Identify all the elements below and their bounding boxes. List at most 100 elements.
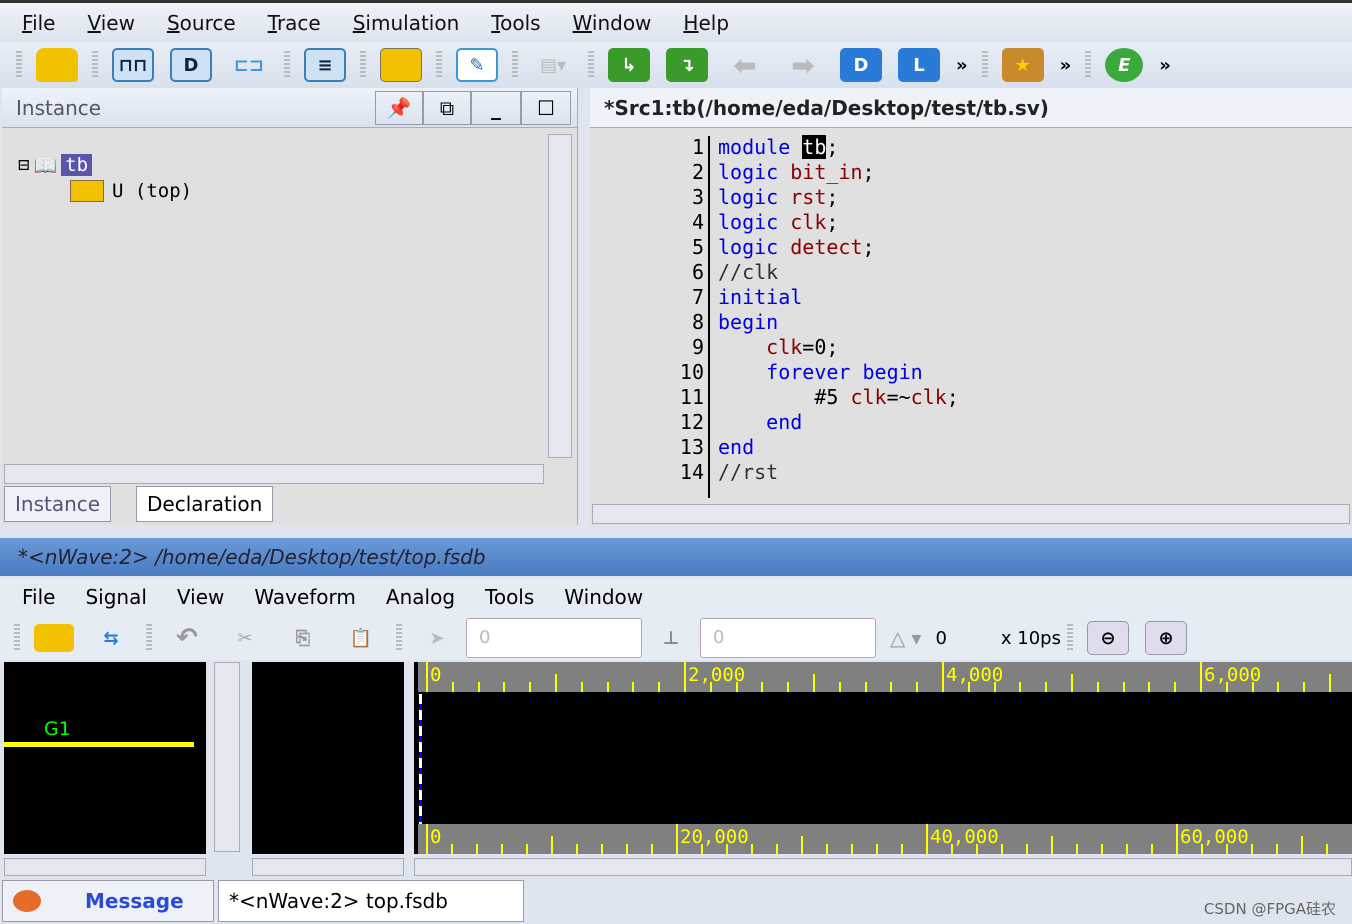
signal-value-pane[interactable]	[252, 662, 404, 854]
source-view-icon[interactable]: ≡	[304, 48, 346, 82]
toolbar-grip[interactable]	[146, 624, 152, 652]
trace-driver-icon[interactable]: ↴	[666, 48, 708, 82]
toolbar-grip[interactable]	[1066, 624, 1073, 652]
code-line[interactable]: 10 forever begin	[590, 360, 1350, 385]
code-line[interactable]: 12 end	[590, 410, 1350, 435]
toolbar-grip[interactable]	[16, 51, 22, 79]
tab-instance[interactable]: Instance	[4, 486, 112, 522]
cut-icon[interactable]: ✂	[224, 621, 266, 655]
back-arrow-icon[interactable]: ⬅	[724, 48, 766, 82]
vertical-scrollbar[interactable]	[214, 662, 240, 852]
more-icon[interactable]: »	[1159, 55, 1171, 76]
toolbar-grip[interactable]	[588, 51, 594, 79]
open-folder-icon[interactable]	[36, 48, 78, 82]
menu-window[interactable]: Window	[573, 11, 652, 35]
more-icon[interactable]: »	[956, 55, 968, 76]
horizontal-scrollbar[interactable]	[252, 858, 404, 876]
minor-tick	[1122, 682, 1125, 692]
menu-tools[interactable]: Tools	[491, 11, 540, 35]
report-icon[interactable]: ▤▾	[532, 48, 574, 82]
tab-message[interactable]: Message	[2, 880, 214, 922]
source-code[interactable]: 1 module tb; 2 logic bit_in; 3 logic rst; 4 log…	[590, 135, 1350, 485]
code-line[interactable]: 14 //rst	[590, 460, 1350, 485]
code-line[interactable]: 6 //clk	[590, 260, 1350, 285]
menu-help[interactable]: Help	[683, 11, 729, 35]
tab-nwave[interactable]: *<nWave:2> top.fsdb	[218, 880, 524, 922]
waveform-pane[interactable]: 0 2,000 4,000 6,000 0 20,000 40,000 60,000	[414, 662, 1352, 854]
waveform-icon[interactable]: ⊓⊓	[112, 48, 154, 82]
get-signals-icon[interactable]: ⇆	[90, 621, 132, 655]
nwave-menu-signal[interactable]: Signal	[85, 585, 146, 609]
pointer-icon[interactable]: ➤	[416, 621, 458, 655]
nwave-menu-file[interactable]: File	[22, 585, 55, 609]
code-line[interactable]: 1 module tb;	[590, 135, 1350, 160]
toolbar-grip[interactable]	[284, 51, 290, 79]
zoom-out-icon[interactable]: ⊖	[1086, 621, 1129, 655]
horizontal-scrollbar[interactable]	[592, 504, 1350, 524]
up-arrow-icon[interactable]: △	[890, 626, 905, 650]
menu-file[interactable]: File	[22, 11, 55, 35]
maximize-icon[interactable]: ☐	[521, 90, 571, 125]
nwave-menu-analog[interactable]: Analog	[386, 585, 455, 609]
collapse-icon[interactable]: ⊟	[18, 154, 29, 176]
nwave-menu-waveform[interactable]: Waveform	[254, 585, 356, 609]
marker-icon[interactable]: ⊥	[650, 621, 692, 655]
cursor-time-input[interactable]: 0	[466, 618, 642, 658]
code-line[interactable]: 9 clk=0;	[590, 335, 1350, 360]
driver-icon[interactable]: D	[840, 48, 882, 82]
open-file-icon[interactable]	[380, 48, 422, 82]
minor-tick	[1276, 844, 1278, 854]
nwave-menu-view[interactable]: View	[177, 585, 224, 609]
menu-trace[interactable]: Trace	[268, 11, 321, 35]
tree-node-tb[interactable]: ⊟ 📖 tb	[18, 152, 192, 178]
menu-source[interactable]: Source	[167, 11, 236, 35]
toolbar-grip[interactable]	[512, 51, 518, 79]
nwave-menu-tools[interactable]: Tools	[485, 585, 534, 609]
code-line[interactable]: 11 #5 clk=~clk;	[590, 385, 1350, 410]
more-icon[interactable]: »	[1060, 55, 1072, 76]
toolbar-grip[interactable]	[396, 624, 402, 652]
menu-simulation[interactable]: Simulation	[353, 11, 460, 35]
hierarchy-icon[interactable]: ⊏⊐	[228, 48, 270, 82]
toolbar-grip[interactable]	[436, 51, 442, 79]
tree-node-u[interactable]: U (top)	[70, 178, 192, 204]
trace-load-icon[interactable]: ↳	[608, 48, 650, 82]
copy-icon[interactable]: ⎘	[282, 621, 324, 655]
paste-icon[interactable]: 📋	[340, 621, 382, 655]
schematic-icon[interactable]: D	[170, 48, 212, 82]
horizontal-scrollbar[interactable]	[4, 858, 206, 876]
toolbar-grip[interactable]	[981, 51, 988, 79]
code-line[interactable]: 4 logic clk;	[590, 210, 1350, 235]
minor-tick	[503, 682, 506, 692]
code-line[interactable]: 13 end	[590, 435, 1350, 460]
signal-name-pane[interactable]: G1	[4, 662, 206, 854]
tab-declaration[interactable]: Declaration	[136, 486, 274, 522]
pin-icon[interactable]: 📌	[375, 90, 423, 125]
toolbar-grip[interactable]	[360, 51, 366, 79]
horizontal-scrollbar[interactable]	[4, 464, 544, 484]
code-line[interactable]: 3 logic rst;	[590, 185, 1350, 210]
open-folder-icon[interactable]	[34, 624, 74, 652]
code-line[interactable]: 8 begin	[590, 310, 1350, 335]
zoom-in-icon[interactable]: ⊕	[1144, 621, 1187, 655]
bookmark-icon[interactable]: ★	[1001, 48, 1044, 82]
toolbar-grip[interactable]	[1085, 51, 1092, 79]
menu-view[interactable]: View	[87, 11, 134, 35]
toolbar-grip[interactable]	[14, 624, 20, 652]
e-icon[interactable]: E	[1105, 48, 1144, 82]
undo-icon[interactable]: ↶	[166, 621, 208, 655]
undock-icon[interactable]: ⧉	[423, 90, 471, 125]
toolbar-grip[interactable]	[92, 51, 98, 79]
vertical-scrollbar[interactable]	[548, 134, 572, 458]
marker-time-input[interactable]: 0	[700, 618, 876, 658]
down-arrow-icon[interactable]: ▾	[911, 626, 921, 650]
horizontal-scrollbar[interactable]	[414, 858, 1352, 876]
load-icon[interactable]: L	[898, 48, 940, 82]
edit-icon[interactable]: ✎	[456, 48, 498, 82]
code-line[interactable]: 5 logic detect;	[590, 235, 1350, 260]
forward-arrow-icon[interactable]: ➡	[782, 48, 824, 82]
code-line[interactable]: 2 logic bit_in;	[590, 160, 1350, 185]
nwave-menu-window[interactable]: Window	[564, 585, 643, 609]
minimize-icon[interactable]: _	[471, 90, 521, 125]
code-line[interactable]: 7 initial	[590, 285, 1350, 310]
